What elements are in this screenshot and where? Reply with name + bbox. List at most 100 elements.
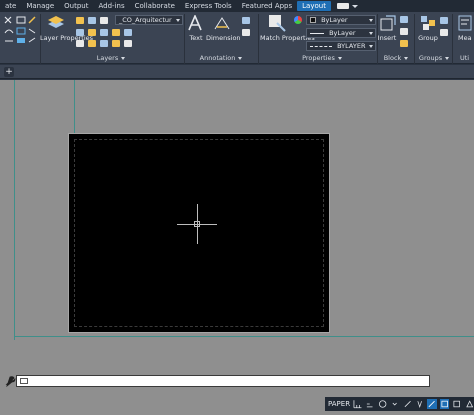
linetype-dropdown[interactable]: ByLayer (306, 28, 376, 38)
linetype-value: ByLayer (329, 29, 356, 37)
lineweight-active-icon[interactable] (439, 399, 450, 409)
insert-label[interactable]: Insert (377, 34, 397, 42)
layer-tool-icon[interactable] (100, 40, 108, 47)
chevron-down-icon (404, 56, 409, 60)
layer-state-icon[interactable] (76, 17, 84, 24)
group-icon[interactable] (420, 15, 436, 31)
block-panel-title[interactable]: Block (380, 54, 412, 62)
ribbon-panel-area: Layer Properties _CO_Arquitectur Layers … (0, 12, 474, 64)
model-paper-toggle[interactable]: PAPER (328, 400, 350, 408)
attribute-icon[interactable] (400, 40, 408, 47)
command-history-icon[interactable] (20, 378, 28, 384)
wrench-icon[interactable] (4, 375, 16, 387)
chevron-down-icon (369, 45, 373, 48)
ortho-active-icon[interactable] (427, 399, 437, 409)
ungroup-icon[interactable] (440, 17, 448, 24)
tab-express-tools[interactable]: Express Tools (180, 1, 237, 11)
layer-tool-icon[interactable] (124, 40, 132, 47)
tab-annotate[interactable]: ate (0, 1, 21, 11)
chevron-down-icon (176, 19, 180, 22)
layer-state-icon[interactable] (100, 17, 108, 24)
table-icon[interactable] (242, 29, 250, 36)
dropdown-icon[interactable] (390, 399, 399, 409)
grid-icon[interactable] (353, 399, 362, 409)
command-line-area (0, 372, 474, 392)
create-block-icon[interactable] (400, 16, 408, 23)
group-label[interactable]: Group (417, 34, 439, 42)
chevron-down-icon (369, 19, 373, 22)
tab-featured-apps[interactable]: Featured Apps (237, 1, 297, 11)
layer-tool-icon[interactable] (112, 40, 120, 47)
group-edit-icon[interactable] (440, 29, 448, 36)
groups-panel-title[interactable]: Groups (418, 54, 450, 62)
match-properties-icon[interactable] (268, 14, 286, 32)
status-tray: PAPER (325, 397, 474, 411)
chevron-down-icon[interactable] (351, 4, 358, 8)
ribbon-tab-bar: ate Manage Output Add-ins Collaborate Ex… (0, 0, 474, 12)
edit-block-icon[interactable] (400, 28, 408, 35)
layer-state-icon[interactable] (88, 17, 96, 24)
layer-tool-icon[interactable] (112, 29, 120, 36)
utilities-panel-title[interactable]: Uti (460, 54, 474, 62)
annotation-panel-title[interactable]: Annotation (190, 54, 252, 62)
video-icon[interactable] (336, 3, 349, 9)
tab-output[interactable]: Output (59, 1, 93, 11)
layer-tool-icon[interactable] (88, 40, 96, 47)
osnap-icon[interactable] (415, 399, 424, 409)
layout-canvas[interactable] (0, 80, 474, 372)
margin-guide (14, 336, 474, 337)
lineweight-preview (310, 45, 332, 47)
color-value: ByLayer (321, 16, 348, 24)
chevron-down-icon (238, 56, 243, 60)
crosshair-pickbox (194, 221, 200, 227)
autocad-window: ate Manage Output Add-ins Collaborate Ex… (0, 0, 474, 415)
measure-icon[interactable] (458, 15, 472, 31)
color-swatch (310, 17, 316, 23)
tab-manage[interactable]: Manage (21, 1, 59, 11)
chevron-down-icon (121, 56, 126, 60)
status-bar: PAPER (0, 392, 474, 415)
chevron-down-icon (445, 56, 450, 60)
draw-tools-icons[interactable] (3, 15, 39, 45)
current-layer-value: _CO_Arquitectur (119, 16, 172, 24)
selection-cycling-icon[interactable] (452, 399, 461, 409)
match-properties-label[interactable]: Match Properties (260, 34, 315, 42)
layer-properties-icon[interactable] (47, 14, 65, 30)
snap-icon[interactable] (365, 399, 374, 409)
dimension-label[interactable]: Dimension (206, 34, 241, 42)
layers-panel-title[interactable]: Layers (76, 54, 146, 62)
color-wheel-icon[interactable] (294, 16, 302, 24)
tab-add-ins[interactable]: Add-ins (93, 1, 129, 11)
margin-guide (14, 80, 15, 340)
viewport-border (74, 139, 324, 327)
layer-tool-icon[interactable] (76, 29, 84, 36)
file-tab-bar: + (0, 65, 474, 79)
layer-tool-icon[interactable] (124, 29, 132, 36)
text-label[interactable]: Text (186, 34, 206, 42)
layer-tool-icon[interactable] (76, 40, 84, 47)
dimension-icon[interactable] (213, 15, 231, 31)
chevron-down-icon (337, 56, 342, 60)
layer-properties-label[interactable]: Layer Properties (40, 34, 93, 42)
tab-layout[interactable]: Layout (297, 1, 331, 11)
annotation-monitor-icon[interactable] (465, 399, 474, 409)
polar-tracking-icon[interactable] (378, 399, 387, 409)
properties-panel-title[interactable]: Properties (282, 54, 362, 62)
measure-label[interactable]: Mea (458, 34, 474, 42)
command-input[interactable] (16, 375, 430, 387)
lineweight-value: BYLAYER (337, 42, 366, 50)
object-snap-tracking-icon[interactable] (403, 399, 412, 409)
new-tab-button[interactable]: + (4, 67, 14, 77)
layer-tool-icon[interactable] (100, 29, 108, 36)
tab-collaborate[interactable]: Collaborate (130, 1, 180, 11)
lineweight-dropdown[interactable]: BYLAYER (306, 41, 376, 51)
linetype-preview (310, 32, 324, 34)
viewport[interactable] (68, 133, 330, 333)
leader-icon[interactable] (242, 17, 250, 24)
layer-tool-icon[interactable] (88, 29, 96, 36)
chevron-down-icon (369, 32, 373, 35)
insert-block-icon[interactable] (380, 15, 396, 31)
color-dropdown[interactable]: ByLayer (306, 15, 376, 25)
current-layer-dropdown[interactable]: _CO_Arquitectur (115, 15, 183, 25)
text-icon[interactable] (188, 15, 202, 31)
